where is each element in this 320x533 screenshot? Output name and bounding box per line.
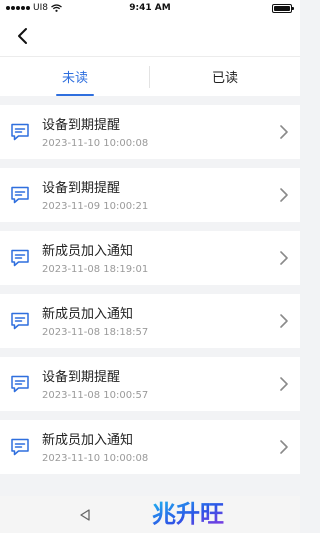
message-icon	[11, 375, 29, 393]
chevron-right-icon	[280, 251, 288, 265]
message-title: 设备到期提醒	[42, 370, 121, 385]
tab-read[interactable]: 已读	[150, 57, 300, 96]
message-icon	[11, 123, 29, 141]
message-title: 新成员加入通知	[42, 433, 134, 448]
message-time: 2023-11-08 18:19:01	[42, 264, 149, 275]
message-time: 2023-11-10 10:00:08	[42, 453, 149, 464]
tab-unread-label: 未读	[61, 71, 88, 86]
nav-bar	[0, 18, 300, 56]
message-item[interactable]: 设备到期提醒 2023-11-09 10:00:21	[0, 168, 300, 222]
chevron-right-icon	[280, 377, 288, 391]
message-icon	[11, 312, 29, 330]
status-time: 9:41 AM	[129, 3, 171, 13]
tab-read-label: 已读	[211, 71, 238, 86]
chevron-left-icon	[18, 28, 27, 44]
message-item[interactable]: 新成员加入通知 2023-11-10 10:00:08	[0, 420, 300, 474]
back-triangle-icon[interactable]	[78, 508, 92, 522]
message-title: 设备到期提醒	[42, 118, 121, 133]
message-icon	[11, 438, 29, 456]
message-item[interactable]: 新成员加入通知 2023-11-08 18:18:57	[0, 294, 300, 348]
back-button[interactable]	[8, 22, 36, 50]
chevron-right-icon	[280, 125, 288, 139]
status-bar: UI8 9:41 AM	[0, 0, 300, 18]
message-item[interactable]: 设备到期提醒 2023-11-10 10:00:08	[0, 105, 300, 159]
message-time: 2023-11-08 18:18:57	[42, 327, 149, 338]
message-time: 2023-11-10 10:00:08	[42, 138, 149, 149]
tab-bar: 未读 已读	[0, 56, 300, 96]
tab-unread[interactable]: 未读	[0, 57, 150, 96]
watermark-text: 兆升旺	[152, 500, 224, 528]
chevron-right-icon	[280, 314, 288, 328]
message-icon	[11, 186, 29, 204]
battery-icon	[272, 4, 294, 13]
chevron-right-icon	[280, 440, 288, 454]
message-item[interactable]: 新成员加入通知 2023-11-08 18:19:01	[0, 231, 300, 285]
message-time: 2023-11-09 10:00:21	[42, 201, 149, 212]
message-title: 新成员加入通知	[42, 244, 134, 259]
message-list: 设备到期提醒 2023-11-10 10:00:08 设备到期提醒 2023-1…	[0, 96, 300, 474]
chevron-right-icon	[280, 188, 288, 202]
message-icon	[11, 249, 29, 267]
message-title: 设备到期提醒	[42, 181, 121, 196]
message-time: 2023-11-08 10:00:57	[42, 390, 149, 401]
message-item[interactable]: 设备到期提醒 2023-11-08 10:00:57	[0, 357, 300, 411]
watermark-logo: 兆升旺	[152, 500, 224, 528]
message-title: 新成员加入通知	[42, 307, 134, 322]
